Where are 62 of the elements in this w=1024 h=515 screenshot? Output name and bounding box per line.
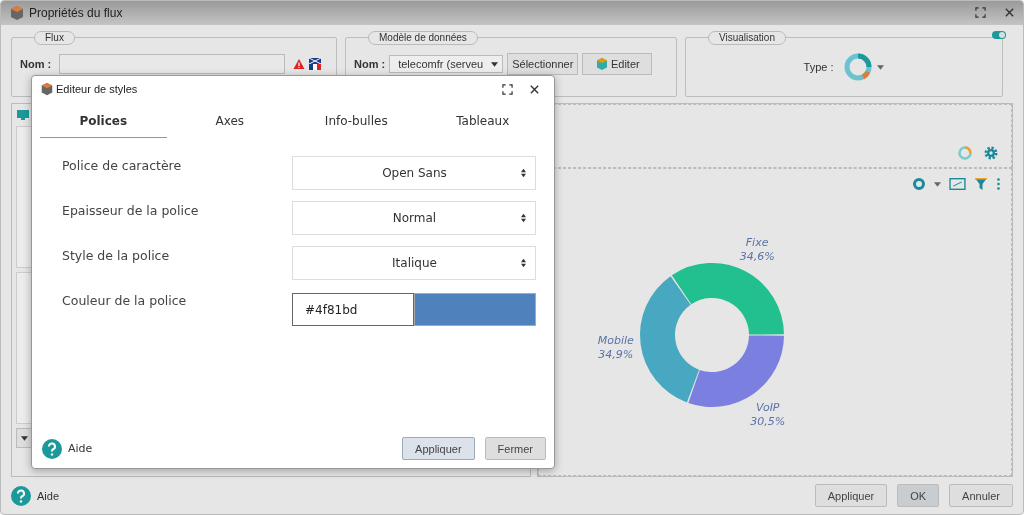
flag-icon[interactable] bbox=[309, 58, 322, 71]
color-field[interactable]: #4f81bd bbox=[292, 293, 414, 326]
sort-arrows-icon bbox=[520, 213, 527, 223]
caret-icon[interactable] bbox=[934, 181, 941, 187]
footer-button[interactable]: Appliquer bbox=[814, 484, 888, 508]
model-select[interactable]: telecomfr (serveu bbox=[389, 55, 504, 74]
select-field[interactable]: Normal bbox=[292, 201, 536, 235]
cube-icon bbox=[594, 57, 609, 72]
caret-icon[interactable] bbox=[491, 61, 499, 67]
footer-button[interactable]: Annuler bbox=[949, 484, 1013, 508]
field-label: Epaisseur de la police bbox=[62, 202, 199, 218]
help-link[interactable]: Aide bbox=[37, 489, 60, 502]
field-label: Style de la police bbox=[62, 247, 170, 263]
tab[interactable]: Info-bulles bbox=[293, 106, 420, 138]
name-label: Nom : bbox=[354, 58, 386, 71]
close-icon[interactable] bbox=[1004, 7, 1015, 19]
monitor-icon bbox=[16, 108, 30, 123]
select-button[interactable]: Sélectionner bbox=[507, 53, 579, 76]
field-label: Couleur de la police bbox=[62, 292, 187, 308]
cube-icon bbox=[40, 82, 54, 96]
group-legend: Modèle de données bbox=[368, 30, 478, 45]
help-icon[interactable] bbox=[11, 485, 31, 506]
group-legend: Flux bbox=[34, 30, 75, 45]
field-label: Police de caractère bbox=[62, 157, 182, 173]
window-title: Propriétés du flux bbox=[29, 5, 123, 20]
edit-button[interactable]: Editer bbox=[582, 53, 653, 76]
sort-arrows-icon bbox=[520, 258, 527, 268]
dialog-title: Editeur de styles bbox=[56, 83, 138, 95]
caret-icon[interactable] bbox=[877, 64, 885, 70]
tab[interactable]: Axes bbox=[166, 106, 293, 138]
slice-label: Fixe 34,6% bbox=[739, 236, 775, 264]
dialog-button[interactable]: Fermer bbox=[484, 437, 546, 460]
select-field[interactable]: Italique bbox=[292, 246, 536, 280]
help-link[interactable]: Aide bbox=[68, 442, 93, 455]
warning-icon bbox=[293, 58, 306, 71]
slice-label: VoIP 30,5% bbox=[750, 401, 786, 429]
type-label: Type : bbox=[803, 61, 834, 74]
more-icon[interactable] bbox=[996, 177, 1001, 192]
group-legend: Visualisation bbox=[708, 30, 786, 45]
footer-button[interactable]: OK bbox=[897, 484, 940, 508]
name-label: Nom : bbox=[20, 58, 52, 71]
cube-icon bbox=[9, 4, 25, 21]
caret-icon bbox=[20, 435, 28, 441]
donut-chart-icon[interactable] bbox=[843, 52, 874, 83]
expand-icon[interactable] bbox=[949, 177, 966, 192]
tab[interactable]: Tableaux bbox=[419, 106, 546, 138]
tab[interactable]: Polices bbox=[40, 106, 167, 138]
name-field[interactable] bbox=[59, 54, 286, 75]
dialog-button[interactable]: Appliquer bbox=[402, 437, 475, 460]
slice-label: Mobile 34,9% bbox=[597, 334, 634, 362]
settings-icon[interactable] bbox=[983, 145, 999, 162]
close-icon[interactable] bbox=[529, 83, 540, 95]
help-icon[interactable] bbox=[42, 438, 62, 459]
maximize-icon[interactable] bbox=[975, 7, 986, 19]
color-swatch[interactable] bbox=[414, 293, 536, 326]
sort-arrows-icon bbox=[520, 168, 527, 178]
filter-icon[interactable] bbox=[974, 177, 988, 192]
maximize-icon[interactable] bbox=[502, 83, 513, 95]
toggle-switch[interactable] bbox=[992, 30, 1006, 39]
donut-chart-icon[interactable] bbox=[957, 145, 973, 162]
select-field[interactable]: Open Sans bbox=[292, 156, 536, 190]
dropdown-button[interactable] bbox=[16, 428, 32, 449]
